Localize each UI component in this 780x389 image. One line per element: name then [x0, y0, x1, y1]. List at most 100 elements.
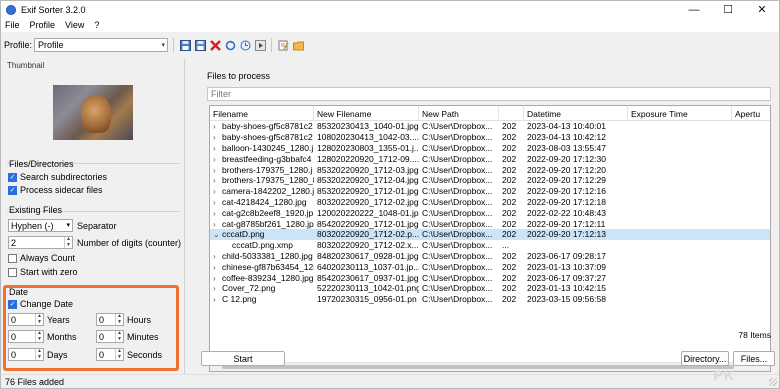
cell-filename: › child-5033381_1280.jpg — [210, 251, 314, 261]
column-new-path[interactable]: New Path — [419, 106, 499, 121]
files-panel: Files to process Filter Filename New Fil… — [187, 59, 779, 374]
chevron-right-icon[interactable]: › — [213, 133, 222, 142]
maximize-button[interactable]: ☐ — [711, 1, 745, 18]
filename-text: baby-shoes-gf5c8781c2 — [222, 132, 313, 143]
cell-new-path: C:\User\Dropbox... — [422, 142, 493, 153]
table-row[interactable]: cccatD.png.xmp 80320220920_1712-02.x... C:… — [210, 240, 770, 251]
table-row[interactable]: › child-5033381_1280.jpg 84820230617_0928-… — [210, 251, 770, 262]
table-row[interactable]: › cat-g8785bf261_1280.jp 85420220920_1712-… — [210, 218, 770, 229]
digits-spinner[interactable]: 2 ▲ ▼ — [8, 236, 73, 249]
save-as-icon[interactable] — [194, 39, 206, 51]
menu-bar: File Profile View ? — [1, 18, 779, 32]
profile-label: Profile: — [4, 40, 33, 50]
menu-profile[interactable]: Profile — [30, 20, 56, 30]
menu-view[interactable]: View — [65, 20, 84, 30]
table-row[interactable]: › coffee-839234_1280.jpg 85420230617_0937-… — [210, 272, 770, 283]
table-row[interactable]: › C 12.png 19720230315_0956-01.pn C:\User\D… — [210, 294, 770, 305]
filename-text: cat-4218424_1280.jpg — [222, 196, 307, 207]
chevron-right-icon[interactable]: › — [213, 122, 222, 131]
cell-filename: › brothers-179375_1280.j — [210, 165, 314, 175]
menu-help[interactable]: ? — [94, 20, 99, 30]
play-icon[interactable] — [254, 39, 266, 51]
cell-new-path: C:\User\Dropbox... — [422, 240, 493, 251]
splitter[interactable] — [184, 59, 185, 374]
table-row[interactable]: › camera-1842202_1280.jp 85320220920_1712-… — [210, 186, 770, 197]
filename-text: C 12.png — [222, 294, 257, 305]
start-zero-checkbox[interactable]: Start with zero — [8, 266, 78, 278]
menu-file[interactable]: File — [5, 20, 20, 30]
always-count-checkbox[interactable]: Always Count — [8, 252, 75, 264]
files-button[interactable]: Files... — [733, 351, 775, 366]
files-dirs-title: Files/Directories — [9, 159, 74, 169]
close-button[interactable]: ✕ — [745, 1, 779, 18]
table-row[interactable]: › chinese-gf87b63454_12(64020230113_1037-… — [210, 261, 770, 272]
table-row[interactable]: › baby-shoes-gf5c8781c2 108020230413_1042-… — [210, 132, 770, 143]
refresh-icon[interactable] — [224, 39, 236, 51]
cell-new-filename: 19720230315_0956-01.pn — [317, 294, 417, 305]
delete-icon[interactable] — [209, 39, 221, 51]
chevron-right-icon[interactable]: › — [213, 198, 222, 207]
filename-text: camera-1842202_1280.jp — [222, 186, 314, 197]
table-row[interactable]: ⌄ cccatD.png 80320220920_1712-02.p... C:\Us… — [210, 228, 770, 240]
clock-icon[interactable] — [239, 39, 251, 51]
cell-p4: 202 — [502, 142, 517, 153]
start-button[interactable]: Start — [201, 351, 285, 366]
cell-datetime: 2022-09-20 17:12:16 — [527, 186, 606, 197]
chevron-right-icon[interactable]: › — [213, 252, 222, 261]
filename-text: coffee-839234_1280.jpg — [222, 272, 314, 283]
chevron-right-icon[interactable]: › — [213, 263, 222, 272]
chevron-right-icon[interactable]: › — [213, 220, 222, 229]
cell-filename: › Cover_72.png — [210, 283, 314, 293]
table-row[interactable]: › brothers-179375_1280_8 85320220920_1712-… — [210, 175, 770, 186]
chevron-right-icon[interactable]: › — [213, 295, 222, 304]
edit-icon[interactable] — [277, 39, 289, 51]
column-aperture[interactable]: Apertu — [732, 106, 770, 121]
folder-icon[interactable] — [292, 39, 304, 51]
column-filename[interactable]: Filename — [210, 106, 314, 121]
column-exposure-time[interactable]: Exposure Time — [628, 106, 732, 121]
file-list[interactable]: Filename New Filename New Path Datetime … — [209, 105, 771, 372]
process-sidecar-checkbox[interactable]: ✓ Process sidecar files — [8, 184, 103, 196]
column-new-filename[interactable]: New Filename — [314, 106, 419, 121]
chevron-right-icon[interactable]: › — [213, 176, 222, 185]
column-blank[interactable] — [499, 106, 524, 121]
scrollbar-thumb[interactable] — [222, 365, 734, 369]
existing-mode-select[interactable]: Hyphen (-) ▾ — [8, 219, 73, 232]
chevron-right-icon[interactable]: › — [213, 284, 222, 293]
minimize-button[interactable]: — — [677, 1, 711, 18]
filter-input[interactable]: Filter — [207, 87, 771, 101]
app-window: Exif Sorter 3.2.0 — ☐ ✕ File Profile Vie… — [0, 0, 780, 389]
directory-button[interactable]: Directory... — [681, 351, 729, 366]
table-row[interactable]: › brothers-179375_1280.j 85320220920_1712-… — [210, 164, 770, 175]
cell-filename: › brothers-179375_1280_8 — [210, 175, 314, 185]
profile-select[interactable]: Profile ▾ — [34, 38, 169, 52]
chevron-down-icon: ▾ — [161, 42, 166, 49]
spinner-arrows-icon[interactable]: ▲ ▼ — [64, 236, 72, 248]
filename-text: balloon-1430245_1280.j — [222, 142, 314, 153]
chevron-right-icon[interactable]: › — [213, 166, 222, 175]
filename-text: cccatD.png — [222, 229, 265, 240]
cell-new-path: C:\User\Dropbox... — [422, 132, 493, 143]
search-subdirs-checkbox[interactable]: ✓ Search subdirectories — [8, 171, 107, 183]
chevron-right-icon[interactable]: › — [213, 209, 222, 218]
cell-filename: ⌄ cccatD.png — [210, 229, 314, 239]
table-row[interactable]: › cat-g2c8b2eef8_1920.jp 120020220222_1048… — [210, 207, 770, 218]
column-datetime[interactable]: Datetime — [524, 106, 628, 121]
cell-filename: › cat-g2c8b2eef8_1920.jp — [210, 208, 314, 218]
cell-filename: › cat-g8785bf261_1280.jp — [210, 219, 314, 229]
chevron-right-icon[interactable]: › — [213, 274, 222, 283]
save-icon[interactable] — [179, 39, 191, 51]
cell-filename: › coffee-839234_1280.jpg — [210, 273, 314, 283]
chevron-right-icon[interactable]: › — [213, 144, 222, 153]
table-row[interactable]: › baby-shoes-gf5c8781c2 85320230413_1040-0… — [210, 121, 770, 132]
cell-new-filename: 52220230113_1042-01.png — [317, 283, 419, 294]
table-row[interactable]: › breastfeeding-g3bbafc4 128020220920_1712… — [210, 153, 770, 164]
table-row[interactable]: › cat-4218424_1280.jpg 80320220920_1712-02… — [210, 196, 770, 208]
cell-new-path: C:\User\Dropbox... — [422, 186, 493, 197]
resize-grip[interactable] — [769, 378, 777, 386]
table-row[interactable]: › Cover_72.png 52220230113_1042-01.png C:\U… — [210, 283, 770, 294]
table-row[interactable]: › balloon-1430245_1280.j 128020230803_1355… — [210, 142, 770, 154]
chevron-right-icon[interactable]: › — [213, 187, 222, 196]
chevron-down-icon[interactable]: ⌄ — [213, 230, 222, 239]
chevron-right-icon[interactable]: › — [213, 155, 222, 164]
